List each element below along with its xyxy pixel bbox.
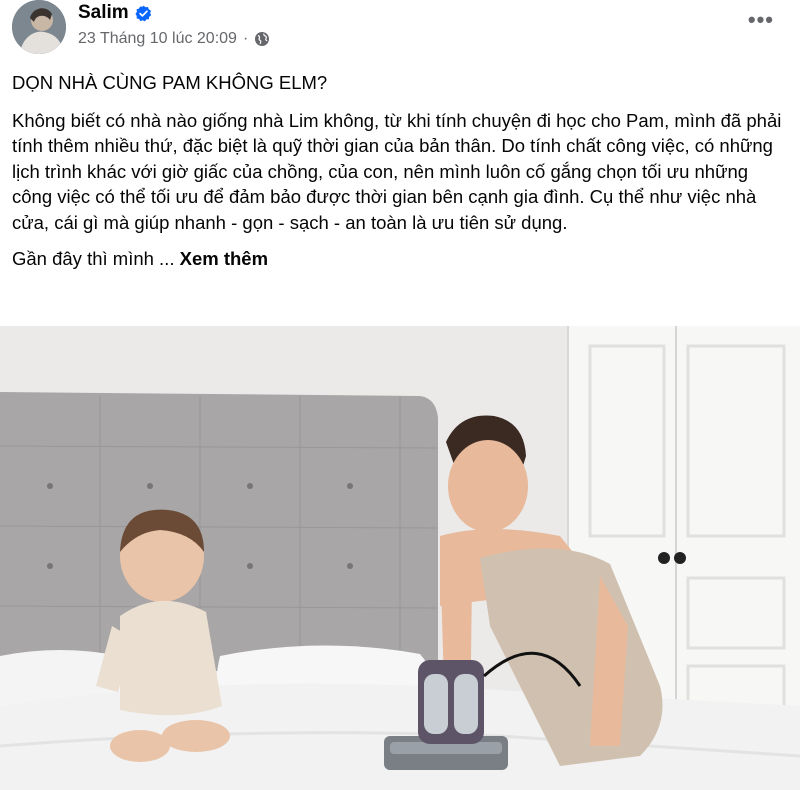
post-photo-illustration xyxy=(0,326,800,790)
post-title: DỌN NHÀ CÙNG PAM KHÔNG ELM? xyxy=(12,72,328,93)
see-more-link[interactable]: Xem thêm xyxy=(180,248,268,269)
post-teaser: Gần đây thì mình ... xyxy=(12,247,175,269)
post-body: Không biết có nhà nào giống nhà Lim khôn… xyxy=(12,109,782,233)
facebook-post: Salim 23 Tháng 10 lúc 20:09 · ••• DỌN NH… xyxy=(0,0,800,790)
globe-icon[interactable] xyxy=(254,31,270,47)
author-name-row: Salim xyxy=(78,2,152,24)
avatar-photo xyxy=(12,0,66,54)
author-avatar[interactable] xyxy=(12,0,66,54)
post-photo[interactable] xyxy=(0,326,800,790)
post-text: DỌN NHÀ CÙNG PAM KHÔNG ELM? Không biết c… xyxy=(12,70,792,281)
post-teaser-row: Gần đây thì mình ... Xem thêm xyxy=(12,246,792,272)
author-name[interactable]: Salim xyxy=(78,2,129,24)
meta-separator: · xyxy=(242,30,249,47)
post-header: Salim 23 Tháng 10 lúc 20:09 · ••• xyxy=(0,0,800,60)
more-options-icon[interactable]: ••• xyxy=(748,9,774,31)
post-timestamp[interactable]: 23 Tháng 10 lúc 20:09 xyxy=(78,30,237,48)
verified-badge-icon xyxy=(135,5,152,22)
post-meta: 23 Tháng 10 lúc 20:09 · xyxy=(78,30,270,48)
